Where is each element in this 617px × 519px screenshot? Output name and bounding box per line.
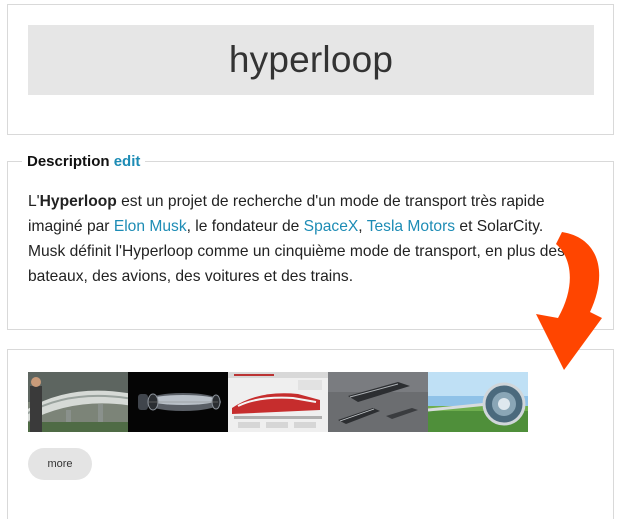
hyperloop-capsule-dark-render[interactable]	[128, 372, 228, 432]
gallery-panel: more	[7, 349, 614, 519]
link-elon-musk[interactable]: Elon Musk	[114, 218, 187, 235]
curved-arrow-icon	[536, 232, 602, 370]
title-box: hyperloop	[28, 25, 594, 95]
text-fragment: L'	[28, 193, 40, 210]
description-heading: Description	[27, 153, 110, 170]
link-tesla-motors[interactable]: Tesla Motors	[367, 218, 455, 235]
description-legend: Description edit	[22, 152, 146, 172]
link-spacex[interactable]: SpaceX	[304, 218, 359, 235]
hyperloop-tube-elevated-photo[interactable]	[28, 372, 128, 432]
thumbnail-strip	[28, 372, 528, 432]
hyperloop-infographic[interactable]	[228, 372, 328, 432]
hyperloop-tube-landscape-photo[interactable]	[428, 372, 528, 432]
bold-term-hyperloop: Hyperloop	[39, 193, 117, 210]
text-fragment: est un projet de recherche d'un mode de …	[116, 193, 545, 210]
text-fragment: imaginé par	[28, 218, 114, 235]
hyperloop-capsule-grey-render[interactable]	[328, 372, 428, 432]
more-button[interactable]: more	[28, 448, 92, 480]
title-panel: hyperloop	[7, 4, 614, 135]
text-fragment: , le fondateur de	[186, 218, 304, 235]
edit-link[interactable]: edit	[114, 153, 141, 170]
description-line-1: L'Hyperloop est un projet de recherche d…	[28, 189, 608, 214]
text-fragment: ,	[358, 218, 367, 235]
page-title: hyperloop	[228, 39, 394, 80]
